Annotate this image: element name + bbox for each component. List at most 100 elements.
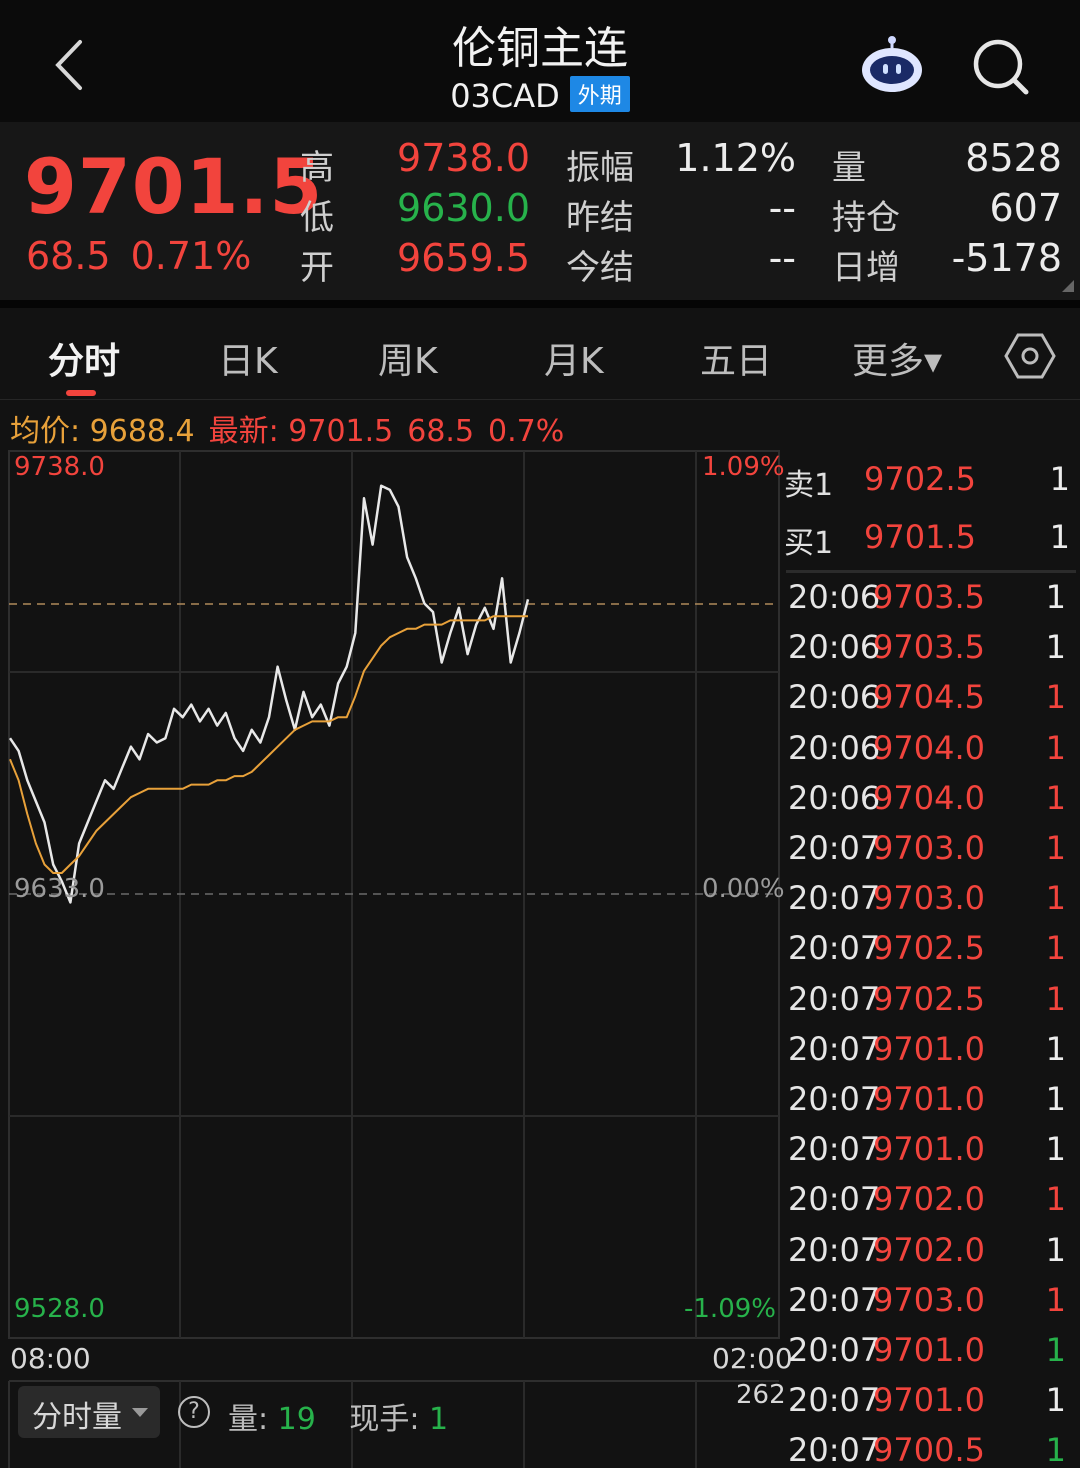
tick-row: 20:06 9704.0 1 — [782, 775, 1072, 825]
volume-info: 量: 19 现手: 1 — [228, 1394, 448, 1438]
tick-price: 9701.0 — [873, 1130, 985, 1169]
tick-price: 9700.5 — [873, 1431, 985, 1468]
tick-volume: 1 — [1045, 979, 1066, 1018]
intraday-chart[interactable]: 9738.0 9633.0 9528.0 1.09% 0.00% -1.09% — [8, 450, 785, 1340]
pct-axis-top-label: 1.09% — [702, 452, 785, 482]
tick-price: 9703.0 — [873, 879, 985, 918]
tick-row: 20:07 9701.0 1 — [782, 1327, 1072, 1377]
divider — [0, 300, 1080, 308]
tick-volume: 1 — [1045, 929, 1066, 968]
tick-row: 20:07 9703.0 1 — [782, 1277, 1072, 1327]
latest-pct-text: 0.7% — [488, 414, 565, 449]
tab-monthly-k[interactable]: 月K — [544, 332, 604, 384]
pct-axis-mid-label: 0.00% — [702, 874, 785, 904]
tick-row: 20:07 9700.5 1 — [782, 1427, 1072, 1468]
y-axis-top-label: 9738.0 — [14, 452, 105, 482]
x-axis-end-label: 02:00 — [712, 1342, 793, 1375]
stat-label-open-interest: 持仓 — [832, 198, 900, 238]
tick-row: 20:07 9703.0 1 — [782, 825, 1072, 875]
tick-time: 20:06 — [788, 628, 881, 667]
tab-five-day[interactable]: 五日 — [700, 332, 772, 384]
average-price-line — [9, 615, 528, 874]
tick-price: 9704.0 — [873, 728, 985, 767]
y-axis-bottom-label: 9528.0 — [14, 1294, 105, 1324]
sell-1-row: 卖1 9702.5 1 — [782, 452, 1072, 508]
tick-price: 9703.5 — [873, 578, 985, 616]
y-axis-mid-label: 9633.0 — [14, 874, 105, 904]
stat-label-prev-settle: 昨结 — [566, 198, 634, 238]
tab-daily-k[interactable]: 日K — [218, 332, 278, 384]
tick-price: 9701.0 — [873, 1381, 985, 1420]
tick-row: 20:07 9701.0 1 — [782, 1126, 1072, 1176]
stat-label-today-settle: 今结 — [566, 248, 634, 288]
stat-label-amplitude: 振幅 — [566, 148, 634, 188]
tick-volume: 1 — [1045, 1331, 1066, 1369]
last-price: 9701.5 — [24, 142, 324, 231]
buy-1-qty: 1 — [1049, 518, 1070, 556]
tick-time: 20:07 — [788, 929, 881, 968]
stat-label-low: 低 — [300, 198, 334, 238]
tab-weekly-k[interactable]: 周K — [378, 332, 438, 384]
tick-time: 20:07 — [788, 1331, 881, 1369]
assistant-robot-icon[interactable] — [856, 32, 928, 96]
stat-label-high: 高 — [300, 148, 334, 188]
tick-volume: 1 — [1045, 1080, 1066, 1118]
latest-change-text: 68.5 — [407, 414, 475, 449]
tick-volume: 1 — [1045, 778, 1066, 817]
tick-row: 20:06 9703.5 1 — [782, 574, 1072, 624]
tick-volume: 1 — [1045, 879, 1066, 918]
settings-hexagon-icon[interactable] — [1004, 330, 1056, 382]
tick-row: 20:07 9701.0 1 — [782, 1076, 1072, 1126]
stat-label-daily-change: 日增 — [832, 248, 900, 288]
tick-volume: 1 — [1045, 1431, 1066, 1468]
current-hand-label: 现手: — [349, 1402, 430, 1437]
tick-time: 20:07 — [788, 1029, 881, 1068]
buy-1-label: 买1 — [784, 526, 834, 561]
current-hand-value: 1 — [429, 1402, 449, 1437]
search-icon[interactable] — [966, 34, 1034, 98]
tick-time: 20:07 — [788, 879, 881, 918]
volume-qty-value: 19 — [277, 1402, 316, 1437]
stat-value-amplitude: 1.12% — [675, 136, 796, 180]
tick-row: 20:07 9701.0 1 — [782, 1026, 1072, 1076]
tick-time: 20:07 — [788, 1080, 881, 1118]
change-value: 68.5 — [26, 234, 111, 278]
tick-price: 9703.5 — [873, 628, 985, 667]
sell-1-price: 9702.5 — [864, 460, 976, 498]
caret-down-icon — [132, 1408, 148, 1417]
stat-label-open: 开 — [300, 248, 334, 288]
tick-price: 9703.0 — [873, 829, 985, 867]
stat-value-daily-change: -5178 — [951, 236, 1062, 280]
volume-type-select[interactable]: 分时量 — [18, 1386, 160, 1438]
tick-volume: 1 — [1045, 829, 1066, 867]
tick-volume: 1 — [1045, 1280, 1066, 1319]
tick-volume: 1 — [1045, 728, 1066, 767]
tick-volume: 1 — [1045, 1130, 1066, 1169]
volume-panel: 分时量 ? 量: 19 现手: 1 262 — [8, 1380, 786, 1468]
instrument-code: 03CAD — [450, 77, 560, 115]
help-icon[interactable]: ? — [178, 1396, 210, 1428]
market-tag: 外期 — [569, 76, 630, 112]
tick-price: 9704.5 — [873, 678, 985, 717]
expand-corner-icon[interactable] — [1062, 280, 1074, 292]
stat-label-volume: 量 — [832, 148, 866, 188]
tab-intraday[interactable]: 分时 — [48, 332, 120, 384]
tick-time: 20:07 — [788, 979, 881, 1018]
stat-value-prev-settle: -- — [768, 186, 796, 230]
volume-max-label: 262 — [736, 1380, 786, 1410]
stat-value-open-interest: 607 — [989, 186, 1062, 230]
buy-1-price: 9701.5 — [864, 518, 976, 556]
tick-row: 20:07 9703.0 1 — [782, 875, 1072, 925]
intraday-chart-svg — [8, 450, 780, 1339]
tick-time: 20:07 — [788, 1280, 881, 1319]
avg-price-legend: 均价: 9688.4 — [10, 414, 195, 449]
tick-row: 20:07 9702.0 1 — [782, 1176, 1072, 1226]
tick-price: 9702.5 — [873, 979, 985, 1018]
quote-panel: 9701.5 68.5 0.71% 高 低 开 9738.0 9630.0 965… — [0, 122, 1080, 300]
tab-more[interactable]: 更多▾ — [852, 332, 942, 384]
change-percent: 0.71% — [130, 234, 252, 278]
tick-price: 9702.0 — [873, 1230, 985, 1269]
tick-volume: 1 — [1045, 1180, 1066, 1219]
tick-volume: 1 — [1045, 678, 1066, 717]
order-book-divider — [786, 570, 1076, 573]
